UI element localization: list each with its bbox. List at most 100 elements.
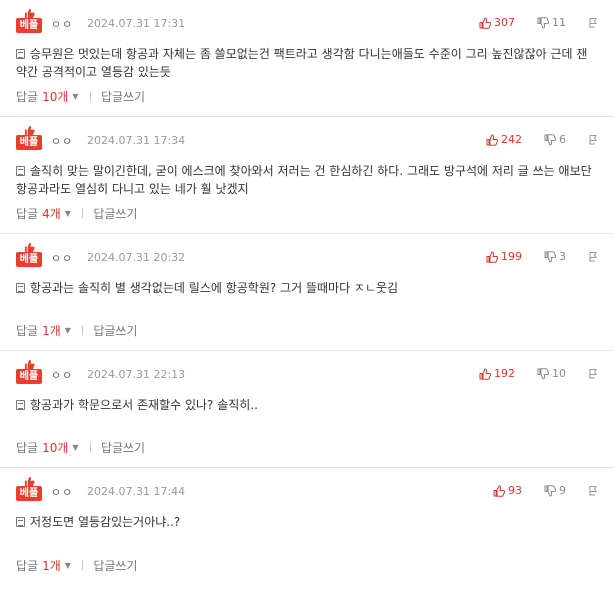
- comment-footer: 답글 1개 ▼ | 답글쓰기: [16, 557, 137, 574]
- caret-down-icon: ▼: [64, 209, 71, 218]
- comment-item: 베플 ㅇㅇ 2024.07.31 22:13 192 10 항공과가 학문으로서…: [0, 351, 613, 468]
- reply-toggle[interactable]: 답글 1개 ▼: [16, 322, 71, 339]
- report-flag-icon: [589, 252, 597, 262]
- comment-body: 솔직히 맞는 말이긴한데, 굳이 에스크에 찾아와서 저러는 건 한심하긴 하다…: [16, 162, 599, 198]
- reply-label: 답글: [16, 324, 39, 338]
- reply-label: 답글: [16, 207, 39, 221]
- reply-label: 답글: [16, 90, 39, 104]
- reactions: 199 3: [486, 250, 599, 263]
- reply-toggle[interactable]: 답글 1개 ▼: [16, 557, 71, 574]
- comment-date: 2024.07.31 17:31: [87, 17, 186, 30]
- comment-item: 베플 ㅇㅇ 2024.07.31 17:44 93 9 저정도면 열등감있는거아…: [0, 468, 613, 585]
- dislike-count: 9: [559, 484, 566, 497]
- reply-count: 10개: [42, 441, 69, 455]
- report-button[interactable]: [588, 368, 599, 379]
- comment-footer: 답글 10개 ▼ | 답글쓰기: [16, 439, 145, 456]
- report-button[interactable]: [588, 251, 599, 262]
- dislike-button[interactable]: 11: [537, 16, 566, 29]
- reply-count: 4개: [42, 207, 61, 221]
- reply-toggle[interactable]: 답글 10개 ▼: [16, 439, 79, 456]
- dislike-button[interactable]: 6: [544, 133, 566, 146]
- best-badge: 베플: [16, 125, 42, 153]
- comment-body: 저정도면 열등감있는거아냐..?: [16, 513, 599, 531]
- like-button[interactable]: 93: [493, 484, 522, 497]
- report-button[interactable]: [588, 485, 599, 496]
- author-name[interactable]: ㅇㅇ: [51, 484, 73, 500]
- comment-text: 항공과는 솔직히 별 생각없는데 릴스에 항공학원? 그거 뜰때마다 ㅈㄴ웃김: [30, 281, 399, 295]
- best-badge-label: 베플: [16, 369, 42, 384]
- best-badge: 베플: [16, 8, 42, 36]
- comment-footer: 답글 10개 ▼ | 답글쓰기: [16, 88, 145, 105]
- comment-date: 2024.07.31 17:34: [87, 134, 186, 147]
- thumbs-up-icon: [486, 250, 498, 263]
- author-name[interactable]: ㅇㅇ: [51, 133, 73, 149]
- like-count: 192: [494, 367, 515, 380]
- like-button[interactable]: 242: [486, 133, 522, 146]
- comment-body: 항공과는 솔직히 별 생각없는데 릴스에 항공학원? 그거 뜰때마다 ㅈㄴ웃김: [16, 279, 599, 297]
- divider: |: [80, 208, 85, 219]
- like-button[interactable]: 307: [479, 16, 515, 29]
- comment-text: 항공과가 학문으로서 존재할수 있나? 솔직히..: [30, 398, 258, 412]
- comment-text: 솔직히 맞는 말이긴한데, 굳이 에스크에 찾아와서 저러는 건 한심하긴 하다…: [16, 164, 592, 196]
- best-badge: 베플: [16, 359, 42, 387]
- reactions: 192 10: [479, 367, 599, 380]
- divider: |: [80, 325, 85, 336]
- comment-footer: 답글 4개 ▼ | 답글쓰기: [16, 205, 137, 222]
- best-badge-label: 베플: [16, 252, 42, 267]
- dislike-button[interactable]: 3: [544, 250, 566, 263]
- like-count: 199: [501, 250, 522, 263]
- caret-down-icon: ▼: [64, 326, 71, 335]
- like-button[interactable]: 192: [479, 367, 515, 380]
- thumbs-down-icon: [537, 367, 549, 380]
- thumbs-up-icon: [479, 16, 491, 29]
- dislike-button[interactable]: 10: [537, 367, 566, 380]
- dislike-count: 3: [559, 250, 566, 263]
- best-badge-label: 베플: [16, 486, 42, 501]
- divider: |: [88, 442, 92, 453]
- report-flag-icon: [589, 135, 597, 145]
- memo-icon: [16, 49, 25, 59]
- caret-down-icon: ▼: [64, 561, 71, 570]
- memo-icon: [16, 283, 25, 293]
- dislike-button[interactable]: 9: [544, 484, 566, 497]
- write-reply-button[interactable]: 답글쓰기: [101, 439, 145, 456]
- thumbs-down-icon: [544, 250, 556, 263]
- write-reply-button[interactable]: 답글쓰기: [93, 557, 137, 574]
- dislike-count: 11: [552, 16, 566, 29]
- thumbs-up-icon: [493, 484, 505, 497]
- report-button[interactable]: [588, 17, 599, 28]
- write-reply-button[interactable]: 답글쓰기: [101, 88, 145, 105]
- comment-footer: 답글 1개 ▼ | 답글쓰기: [16, 322, 137, 339]
- report-flag-icon: [589, 18, 597, 28]
- author-name[interactable]: ㅇㅇ: [51, 367, 73, 383]
- memo-icon: [16, 400, 25, 410]
- report-button[interactable]: [588, 134, 599, 145]
- best-badge-label: 베플: [16, 135, 42, 150]
- comment-list: 베플 ㅇㅇ 2024.07.31 17:31 307 11 승무원은 멋있는데 …: [0, 0, 613, 585]
- author-name[interactable]: ㅇㅇ: [51, 16, 73, 32]
- like-count: 93: [508, 484, 522, 497]
- write-reply-button[interactable]: 답글쓰기: [93, 322, 137, 339]
- comment-date: 2024.07.31 20:32: [87, 251, 186, 264]
- comment-date: 2024.07.31 17:44: [87, 485, 186, 498]
- thumbs-down-icon: [544, 484, 556, 497]
- reply-count: 1개: [42, 324, 61, 338]
- reply-label: 답글: [16, 559, 39, 573]
- write-reply-button[interactable]: 답글쓰기: [93, 205, 137, 222]
- reply-toggle[interactable]: 답글 4개 ▼: [16, 205, 71, 222]
- thumbs-up-icon: [479, 367, 491, 380]
- comment-date: 2024.07.31 22:13: [87, 368, 186, 381]
- report-flag-icon: [589, 369, 597, 379]
- like-button[interactable]: 199: [486, 250, 522, 263]
- best-badge: 베플: [16, 242, 42, 270]
- reply-count: 1개: [42, 559, 61, 573]
- thumbs-down-icon: [544, 133, 556, 146]
- reply-label: 답글: [16, 441, 39, 455]
- author-name[interactable]: ㅇㅇ: [51, 250, 73, 266]
- comment-body: 항공과가 학문으로서 존재할수 있나? 솔직히..: [16, 396, 599, 414]
- divider: |: [80, 560, 85, 571]
- like-count: 307: [494, 16, 515, 29]
- dislike-count: 6: [559, 133, 566, 146]
- reply-toggle[interactable]: 답글 10개 ▼: [16, 88, 79, 105]
- reactions: 93 9: [493, 484, 599, 497]
